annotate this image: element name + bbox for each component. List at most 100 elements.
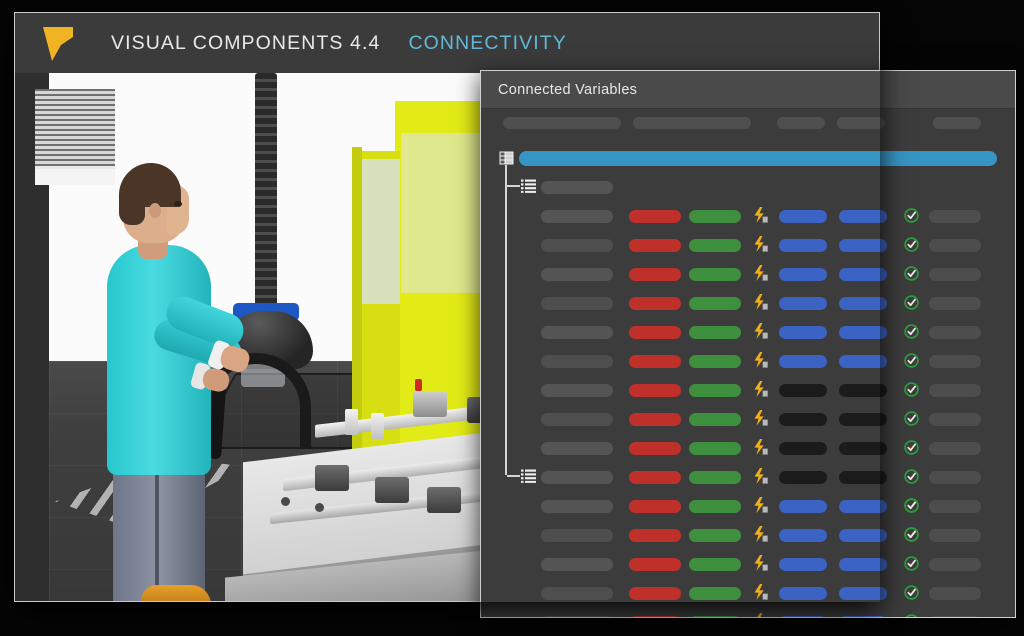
target-value-indicator[interactable] bbox=[689, 384, 741, 397]
source-value-indicator[interactable] bbox=[629, 500, 681, 513]
table-row[interactable] bbox=[481, 491, 1015, 520]
source-value-indicator[interactable] bbox=[629, 326, 681, 339]
target-value-indicator[interactable] bbox=[689, 268, 741, 281]
variable-value-2[interactable] bbox=[839, 384, 887, 397]
variable-note-placeholder[interactable] bbox=[929, 500, 981, 513]
variable-value-2[interactable] bbox=[839, 210, 887, 223]
group-node-2[interactable] bbox=[481, 462, 1015, 491]
variable-name-placeholder[interactable] bbox=[541, 210, 613, 223]
variable-note-placeholder[interactable] bbox=[929, 326, 981, 339]
variable-name-placeholder[interactable] bbox=[541, 442, 613, 455]
variable-name-placeholder[interactable] bbox=[541, 326, 613, 339]
source-value-indicator[interactable] bbox=[629, 442, 681, 455]
variable-value-1[interactable] bbox=[779, 558, 827, 571]
target-value-indicator[interactable] bbox=[689, 442, 741, 455]
variable-name-placeholder[interactable] bbox=[541, 268, 613, 281]
variable-value-2[interactable] bbox=[839, 355, 887, 368]
column-header-2[interactable] bbox=[633, 117, 751, 129]
column-header-1[interactable] bbox=[503, 117, 621, 129]
variable-note-placeholder[interactable] bbox=[929, 616, 981, 618]
tree-root-row[interactable] bbox=[481, 143, 1015, 172]
variable-note-placeholder[interactable] bbox=[929, 529, 981, 542]
source-value-indicator[interactable] bbox=[629, 413, 681, 426]
target-value-indicator[interactable] bbox=[689, 587, 741, 600]
target-value-indicator[interactable] bbox=[689, 413, 741, 426]
variable-note-placeholder[interactable] bbox=[929, 587, 981, 600]
source-value-indicator[interactable] bbox=[629, 355, 681, 368]
variable-name-placeholder[interactable] bbox=[541, 355, 613, 368]
group-node-1[interactable] bbox=[481, 172, 1015, 201]
variable-value-2[interactable] bbox=[839, 239, 887, 252]
variable-value-2[interactable] bbox=[839, 500, 887, 513]
variable-name-placeholder[interactable] bbox=[541, 616, 613, 618]
variable-value-1[interactable] bbox=[779, 587, 827, 600]
selected-variable-row[interactable] bbox=[519, 151, 997, 166]
target-value-indicator[interactable] bbox=[689, 616, 741, 618]
variable-value-1[interactable] bbox=[779, 297, 827, 310]
variable-value-1[interactable] bbox=[779, 210, 827, 223]
target-value-indicator[interactable] bbox=[689, 529, 741, 542]
variable-value-2[interactable] bbox=[839, 442, 887, 455]
source-value-indicator[interactable] bbox=[629, 210, 681, 223]
variable-note-placeholder[interactable] bbox=[929, 558, 981, 571]
variable-value-1[interactable] bbox=[779, 500, 827, 513]
column-header-3[interactable] bbox=[777, 117, 825, 129]
table-row[interactable] bbox=[481, 230, 1015, 259]
variable-name-placeholder[interactable] bbox=[541, 587, 613, 600]
table-row[interactable] bbox=[481, 317, 1015, 346]
target-value-indicator[interactable] bbox=[689, 326, 741, 339]
source-value-indicator[interactable] bbox=[629, 384, 681, 397]
source-value-indicator[interactable] bbox=[629, 587, 681, 600]
table-row[interactable] bbox=[481, 520, 1015, 549]
variable-value-2[interactable] bbox=[839, 326, 887, 339]
variable-note-placeholder[interactable] bbox=[929, 297, 981, 310]
variables-table-body[interactable] bbox=[481, 135, 1015, 617]
variable-name-placeholder[interactable] bbox=[541, 297, 613, 310]
source-value-indicator[interactable] bbox=[629, 268, 681, 281]
variable-note-placeholder[interactable] bbox=[929, 413, 981, 426]
source-value-indicator[interactable] bbox=[629, 558, 681, 571]
group-name-placeholder[interactable] bbox=[541, 471, 613, 484]
variable-name-placeholder[interactable] bbox=[541, 384, 613, 397]
variable-name-placeholder[interactable] bbox=[541, 558, 613, 571]
table-row[interactable] bbox=[481, 433, 1015, 462]
variable-value-1[interactable] bbox=[779, 529, 827, 542]
source-value-indicator[interactable] bbox=[629, 239, 681, 252]
variable-value-1[interactable] bbox=[779, 413, 827, 426]
variable-value-2[interactable] bbox=[839, 529, 887, 542]
table-row[interactable] bbox=[481, 375, 1015, 404]
group-name-placeholder[interactable] bbox=[541, 181, 613, 194]
variable-value-1[interactable] bbox=[779, 616, 827, 618]
target-value-indicator[interactable] bbox=[689, 355, 741, 368]
source-value-indicator[interactable] bbox=[629, 529, 681, 542]
target-value-indicator[interactable] bbox=[689, 210, 741, 223]
variable-value-1[interactable] bbox=[779, 384, 827, 397]
variable-note-placeholder[interactable] bbox=[929, 239, 981, 252]
table-row[interactable] bbox=[481, 346, 1015, 375]
variable-value-1[interactable] bbox=[779, 268, 827, 281]
target-value-indicator[interactable] bbox=[689, 500, 741, 513]
variable-note-placeholder[interactable] bbox=[929, 210, 981, 223]
variable-value-2[interactable] bbox=[839, 413, 887, 426]
variable-note-placeholder[interactable] bbox=[929, 268, 981, 281]
variable-note-placeholder[interactable] bbox=[929, 384, 981, 397]
variable-value-1[interactable] bbox=[779, 326, 827, 339]
variable-value-1[interactable] bbox=[779, 442, 827, 455]
variable-note-placeholder[interactable] bbox=[929, 442, 981, 455]
variable-value-2[interactable] bbox=[839, 268, 887, 281]
variable-name-placeholder[interactable] bbox=[541, 239, 613, 252]
variable-value-2[interactable] bbox=[839, 587, 887, 600]
table-row[interactable] bbox=[481, 549, 1015, 578]
column-header-4[interactable] bbox=[837, 117, 885, 129]
variable-note-placeholder[interactable] bbox=[929, 355, 981, 368]
table-row[interactable] bbox=[481, 607, 1015, 618]
source-value-indicator[interactable] bbox=[629, 297, 681, 310]
target-value-indicator[interactable] bbox=[689, 558, 741, 571]
table-row[interactable] bbox=[481, 578, 1015, 607]
table-row[interactable] bbox=[481, 259, 1015, 288]
variable-value-2[interactable] bbox=[839, 616, 887, 618]
table-row[interactable] bbox=[481, 201, 1015, 230]
variable-name-placeholder[interactable] bbox=[541, 500, 613, 513]
column-header-5[interactable] bbox=[933, 117, 981, 129]
variable-name-placeholder[interactable] bbox=[541, 413, 613, 426]
